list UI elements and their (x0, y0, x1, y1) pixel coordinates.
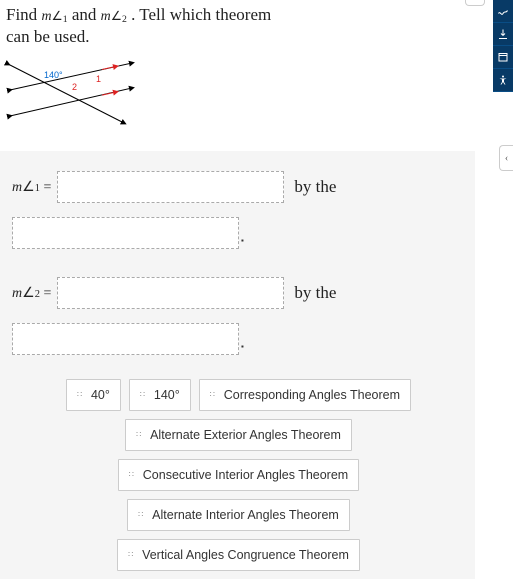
grip-icon: ∷ (136, 433, 144, 437)
angle-1-theorem-slot[interactable] (12, 217, 239, 249)
choice-chip[interactable]: ∷ 140° (129, 379, 191, 411)
choice-chip[interactable]: ∷ Consecutive Interior Angles Theorem (118, 459, 359, 491)
given-angle-label: 140° (44, 70, 63, 80)
collapse-panel-button[interactable]: ‹ (499, 145, 513, 171)
by-the-2: by the (294, 283, 336, 303)
answer-area: m∠1 = by the ▪ m∠2 = by the ▪ ∷ 40° ∷ 140°… (0, 151, 475, 579)
utility-sidebar (493, 0, 513, 92)
choice-label: Corresponding Angles Theorem (224, 388, 400, 402)
prompt-mid: and (68, 5, 101, 24)
choice-label: Alternate Exterior Angles Theorem (150, 428, 341, 442)
period-1: ▪ (241, 236, 244, 245)
choice-chip[interactable]: ∷ Vertical Angles Congruence Theorem (117, 539, 360, 571)
grip-icon: ∷ (138, 513, 146, 517)
choice-chip[interactable]: ∷ Alternate Exterior Angles Theorem (125, 419, 352, 451)
download-icon[interactable] (493, 23, 513, 46)
answer-row-2-theorem: ▪ (12, 323, 465, 355)
grip-icon: ∷ (210, 393, 218, 397)
chevron-left-icon: ‹ (505, 153, 508, 164)
accessibility-icon[interactable] (493, 69, 513, 92)
angle-2-theorem-slot[interactable] (12, 323, 239, 355)
answer-row-2-value: m∠2 = by the (12, 277, 465, 309)
grip-icon: ∷ (129, 473, 137, 477)
choice-label: 40° (91, 388, 110, 402)
geometry-figure: 140° 1 2 (4, 58, 139, 133)
by-the-1: by the (294, 177, 336, 197)
angle-2-value-slot[interactable] (57, 277, 284, 309)
choice-chip[interactable]: ∷ Alternate Interior Angles Theorem (127, 499, 350, 531)
m-angle-1-label: m∠1 = (12, 179, 51, 196)
angle-2-label: 2 (72, 82, 77, 92)
choice-label: 140° (154, 388, 180, 402)
choice-label: Vertical Angles Congruence Theorem (142, 548, 349, 562)
grip-icon: ∷ (128, 553, 136, 557)
panel-toggle-button[interactable] (465, 0, 485, 6)
angle-1-label: 1 (96, 74, 101, 84)
sidebar-icon-1[interactable] (493, 0, 513, 23)
choice-chip[interactable]: ∷ Corresponding Angles Theorem (199, 379, 411, 411)
choice-label: Alternate Interior Angles Theorem (152, 508, 339, 522)
prompt-pre: Find (6, 5, 41, 24)
grip-icon: ∷ (77, 393, 85, 397)
calendar-icon[interactable] (493, 46, 513, 69)
m-angle-2-label: m∠2 = (12, 285, 51, 302)
answer-row-1-theorem: ▪ (12, 217, 465, 249)
choice-label: Consecutive Interior Angles Theorem (143, 468, 348, 482)
question-prompt: Find m∠1 and m∠2 . Tell which theorem ca… (0, 0, 300, 48)
angle-1-value-slot[interactable] (57, 171, 284, 203)
choice-chip[interactable]: ∷ 40° (66, 379, 121, 411)
grip-icon: ∷ (140, 393, 148, 397)
answer-choices-bank: ∷ 40° ∷ 140° ∷ Corresponding Angles Theorem… (12, 379, 465, 571)
period-2: ▪ (241, 342, 244, 351)
answer-row-1-value: m∠1 = by the (12, 171, 465, 203)
